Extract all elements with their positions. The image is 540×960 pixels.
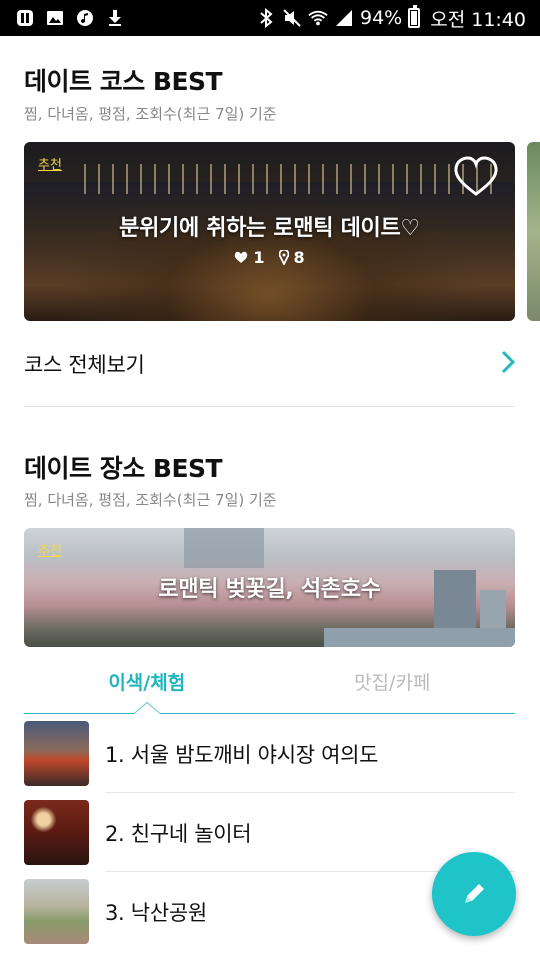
like-heart-icon <box>235 251 248 263</box>
list-item-label: 1. 서울 밤도깨비 야시장 여의도 <box>105 742 379 767</box>
recommend-badge: 추천 <box>38 544 62 559</box>
place-section-subtitle: 찜, 다녀옴, 평점, 조회수(최근 7일) 기준 <box>24 491 277 509</box>
place-category-tabs: 이색/체험 맛집/카페 <box>24 660 515 714</box>
mute-icon <box>282 8 302 28</box>
gallery-icon <box>46 9 64 27</box>
view-all-courses-link[interactable]: 코스 전체보기 <box>24 342 516 386</box>
clock: 오전 11:40 <box>430 8 526 31</box>
tab-food-cafe-label: 맛집/카페 <box>354 672 431 694</box>
list-item-label: 3. 낙산공원 <box>105 900 207 925</box>
pencil-icon <box>465 884 484 903</box>
card-photo <box>184 528 264 568</box>
tab-experience-label: 이색/체험 <box>108 672 186 694</box>
chevron-right-icon <box>501 350 516 378</box>
tab-experience[interactable]: 이색/체험 <box>24 660 270 714</box>
app-notification-icon <box>16 9 34 27</box>
course-section-title: 데이트 코스 BEST <box>24 67 223 96</box>
place-card[interactable]: 추천 로맨틱 벚꽃길, 석촌호수 <box>24 528 515 647</box>
places-stat: 8 <box>278 248 305 267</box>
list-item-label: 2. 친구네 놀이터 <box>105 821 252 846</box>
place-section-title: 데이트 장소 BEST <box>24 454 223 483</box>
list-item[interactable]: 1. 서울 밤도깨비 야시장 여의도 <box>24 714 515 793</box>
active-tab-indicator <box>132 702 161 714</box>
course-section-subtitle: 찜, 다녀옴, 평점, 조회수(최근 7일) 기준 <box>24 105 277 123</box>
bluetooth-icon <box>256 8 276 28</box>
course-card-title: 분위기에 취하는 로맨틱 데이트♡ <box>119 216 420 241</box>
course-card[interactable]: 추천 분위기에 취하는 로맨틱 데이트♡ 1 8 <box>24 142 515 321</box>
signal-icon <box>334 8 354 28</box>
pin-icon <box>278 250 289 265</box>
place-thumbnail <box>24 800 89 865</box>
wifi-icon <box>308 8 328 28</box>
list-item[interactable]: 2. 친구네 놀이터 <box>24 793 515 872</box>
likes-stat: 1 <box>234 248 265 267</box>
section-divider <box>24 406 515 407</box>
place-thumbnail <box>24 721 89 786</box>
course-card-stats: 1 8 <box>24 248 515 267</box>
next-course-card-peek[interactable] <box>527 142 540 321</box>
music-icon <box>76 9 94 27</box>
card-photo-lake <box>324 628 515 647</box>
view-all-courses-label: 코스 전체보기 <box>24 353 145 377</box>
place-card-title: 로맨틱 벚꽃길, 석촌호수 <box>158 577 381 602</box>
likes-count: 1 <box>253 248 265 267</box>
tab-food-cafe[interactable]: 맛집/카페 <box>270 660 516 713</box>
place-thumbnail <box>24 879 89 944</box>
status-bar: 94% 오전 11:40 <box>0 0 540 36</box>
battery-percent: 94% <box>360 7 403 29</box>
card-photo-lights <box>84 164 504 194</box>
write-button[interactable] <box>432 852 516 936</box>
places-count: 8 <box>293 248 305 267</box>
battery-icon <box>408 5 421 28</box>
heart-icon[interactable] <box>453 156 499 198</box>
download-icon <box>106 9 124 27</box>
recommend-badge: 추천 <box>38 158 62 173</box>
